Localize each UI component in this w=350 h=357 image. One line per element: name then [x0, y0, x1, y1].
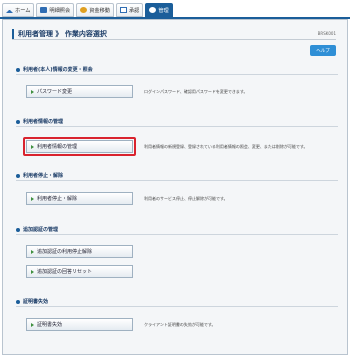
additional-auth-unlock-button[interactable]: 追加認証の利用停止解除 — [26, 245, 133, 258]
section-divider — [16, 126, 338, 127]
section-divider — [16, 306, 338, 307]
section-title-user-management: 利用者情報の管理 — [16, 118, 63, 125]
section-divider — [16, 180, 338, 181]
tab-home[interactable]: ホーム — [2, 3, 35, 17]
help-button-label: ヘルプ — [316, 48, 330, 54]
arrow-right-icon — [31, 89, 34, 94]
tab-approval[interactable]: 承認 — [115, 3, 144, 17]
section-title-additional-auth: 追加認証の管理 — [16, 226, 58, 233]
section-bullet-icon — [16, 173, 20, 178]
section-title-user-info-label: 利用者(本人)情報の変更・照会 — [23, 67, 93, 73]
section-title-user-management-label: 利用者情報の管理 — [23, 119, 64, 125]
selection-highlight — [23, 137, 136, 156]
tab-approval-label: 承認 — [128, 7, 140, 14]
user-suspend-button[interactable]: 利用者停止・解除 — [26, 192, 133, 205]
header-accent-bar — [12, 28, 14, 39]
tab-statement-inquiry-label: 明細照会 — [49, 7, 71, 14]
section-bullet-icon — [16, 227, 20, 232]
global-nav-tabs: ホーム 明細照会 資金移動 承認 管理 — [2, 3, 173, 17]
arrow-right-icon — [31, 322, 34, 327]
certificate-revoke-button[interactable]: 証明書失効 — [26, 318, 133, 331]
page-header: 利用者管理 》 作業内容選択 BRSK001 — [12, 28, 336, 40]
tab-admin-label: 管理 — [158, 7, 169, 14]
tab-money-transfer-label: 資金移動 — [89, 7, 110, 14]
tab-statement-inquiry[interactable]: 明細照会 — [36, 3, 75, 17]
additional-auth-unlock-button-label: 追加認証の利用停止解除 — [37, 249, 93, 255]
screen-code: BRSK001 — [317, 31, 336, 36]
tab-home-label: ホーム — [15, 7, 31, 14]
page-title: 利用者管理 》 作業内容選択 — [18, 28, 107, 38]
section-title-certificate-revoke: 証明書失効 — [16, 298, 48, 305]
tab-admin[interactable]: 管理 — [145, 3, 173, 17]
additional-auth-reset-button[interactable]: 追加認証の回答リセット — [26, 265, 133, 278]
admin-user-icon — [149, 7, 157, 13]
password-change-description: ログインパスワード、確認用パスワードを変更できます。 — [144, 89, 248, 94]
section-divider — [16, 74, 338, 75]
approval-icon — [119, 7, 127, 13]
home-icon — [6, 7, 13, 13]
certificate-revoke-button-label: 証明書失効 — [37, 322, 63, 328]
arrow-right-icon — [31, 196, 34, 201]
section-bullet-icon — [16, 67, 20, 72]
certificate-revoke-description: クライアント証明書の失効が可能です。 — [144, 322, 216, 327]
section-bullet-icon — [16, 119, 20, 124]
user-info-management-description: 利用者情報の新規登録、登録されている利用者情報の照会、変更、または削除が可能です… — [144, 144, 308, 149]
additional-auth-reset-button-label: 追加認証の回答リセット — [37, 269, 93, 275]
user-suspend-description: 利用者のサービス停止、停止解除が可能です。 — [144, 196, 228, 201]
arrow-right-icon — [31, 249, 34, 254]
document-icon — [40, 7, 48, 13]
tab-money-transfer[interactable]: 資金移動 — [76, 3, 114, 17]
password-change-button-label: パスワード変更 — [37, 89, 73, 95]
money-transfer-icon — [80, 7, 88, 13]
section-title-user-suspend: 利用者停止・解除 — [16, 172, 63, 179]
user-suspend-button-label: 利用者停止・解除 — [37, 196, 78, 202]
section-title-user-suspend-label: 利用者停止・解除 — [23, 173, 64, 179]
section-bullet-icon — [16, 299, 20, 304]
section-title-additional-auth-label: 追加認証の管理 — [23, 227, 59, 233]
section-title-certificate-revoke-label: 証明書失効 — [23, 299, 49, 305]
help-button[interactable]: ヘルプ — [310, 45, 336, 56]
section-title-user-info: 利用者(本人)情報の変更・照会 — [16, 66, 93, 73]
arrow-right-icon — [31, 269, 34, 274]
password-change-button[interactable]: パスワード変更 — [26, 85, 133, 98]
section-divider — [16, 234, 338, 235]
